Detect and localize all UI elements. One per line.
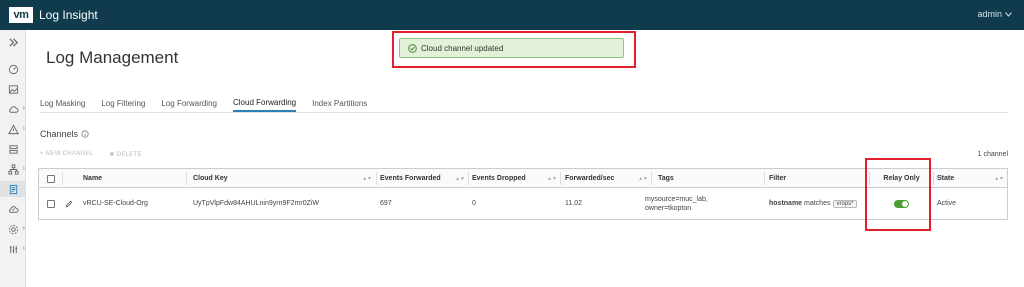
column-header-tags[interactable]: Tags — [658, 169, 762, 188]
channels-table: Name Cloud Key ▲▼ Events Forwarded ▲▼ Even… — [38, 168, 1008, 220]
info-icon[interactable] — [81, 130, 89, 138]
cell-tags: mysource=muc_lab, owner=tkopton — [645, 188, 761, 219]
column-header-events-dropped[interactable]: Events Dropped ▲▼ — [472, 169, 560, 188]
row-select-cell — [44, 188, 58, 219]
image-icon[interactable] — [0, 81, 26, 97]
cell-name: vRCU-SE-Cloud-Org — [83, 200, 148, 207]
dashboard-icon[interactable] — [0, 61, 26, 77]
top-bar: vm Log Insight admin — [0, 0, 1024, 30]
delete-button[interactable]: ✖ DELETE — [109, 151, 141, 158]
cell-filter: hostname matches vrops* — [769, 188, 867, 219]
expand-nav-icon[interactable] — [0, 34, 26, 50]
cloud-sync-icon[interactable] — [0, 201, 26, 217]
left-nav: › › › › › — [0, 30, 26, 287]
tab-cloud-forwarding[interactable]: Cloud Forwarding — [232, 94, 297, 112]
network-icon[interactable]: › — [0, 161, 26, 177]
column-header-state[interactable]: State ▲▼ — [937, 169, 1007, 188]
channels-title: Channels — [40, 129, 79, 139]
tab-log-filtering[interactable]: Log Filtering — [101, 94, 145, 112]
edit-cell — [62, 188, 76, 219]
column-header-name[interactable]: Name — [83, 169, 183, 188]
filter-value-chip: vrops* — [833, 199, 857, 208]
highlight-box-toast — [392, 31, 636, 68]
column-header-forwarded-sec[interactable]: Forwarded/sec ▲▼ — [565, 169, 651, 188]
tab-bar: Log Masking Log Filtering Log Forwarding… — [40, 94, 383, 112]
cell-events-forwarded: 697 — [380, 200, 392, 207]
filter-field: hostname — [769, 200, 803, 207]
user-menu[interactable]: admin — [977, 9, 1012, 19]
column-header-cloud-key[interactable]: Cloud Key ▲▼ — [193, 169, 375, 188]
app-title: Log Insight — [39, 8, 98, 22]
tag-line-2: owner=tkopton — [645, 204, 692, 212]
tab-index-partitions[interactable]: Index Partitions — [312, 94, 367, 112]
user-name: admin — [977, 9, 1002, 19]
cell-cloud-key: UyTpVlpFdw84AHULnin9yrn9F2mr0ZiW — [193, 200, 320, 207]
channels-heading: Channels — [40, 129, 89, 139]
inventory-icon[interactable] — [0, 141, 26, 157]
select-all-cell — [44, 169, 58, 188]
config-icon[interactable]: › — [0, 241, 26, 257]
log-management-icon[interactable] — [0, 181, 26, 197]
settings-icon[interactable]: › — [0, 221, 26, 237]
channel-count: 1 channel — [977, 151, 1008, 158]
select-all-checkbox[interactable] — [47, 174, 55, 183]
row-checkbox[interactable] — [47, 199, 55, 208]
edit-pencil-icon[interactable] — [65, 200, 73, 208]
alert-icon[interactable]: › — [0, 121, 26, 137]
cloud-icon[interactable]: › — [0, 101, 26, 117]
tab-log-forwarding[interactable]: Log Forwarding — [161, 94, 217, 112]
cell-forwarded-sec: 11.02 — [565, 200, 582, 207]
channel-actions: + NEW CHANNEL ✖ DELETE — [40, 151, 142, 158]
column-header-filter[interactable]: Filter — [769, 169, 867, 188]
new-channel-button[interactable]: + NEW CHANNEL — [40, 151, 93, 158]
tag-line-1: mysource=muc_lab, — [645, 195, 708, 203]
page-title: Log Management — [46, 48, 179, 67]
filter-operator: matches — [804, 200, 831, 207]
cell-events-dropped: 0 — [472, 200, 476, 207]
table-header: Name Cloud Key ▲▼ Events Forwarded ▲▼ Even… — [39, 169, 1007, 188]
vmware-logo: vm — [9, 7, 33, 23]
highlight-box-relay-only — [865, 158, 931, 231]
cell-state: Active — [937, 200, 957, 207]
tabs-divider — [40, 112, 1008, 113]
column-header-events-forwarded[interactable]: Events Forwarded ▲▼ — [380, 169, 468, 188]
chevron-down-icon — [1005, 11, 1012, 17]
tab-log-masking[interactable]: Log Masking — [40, 94, 85, 112]
